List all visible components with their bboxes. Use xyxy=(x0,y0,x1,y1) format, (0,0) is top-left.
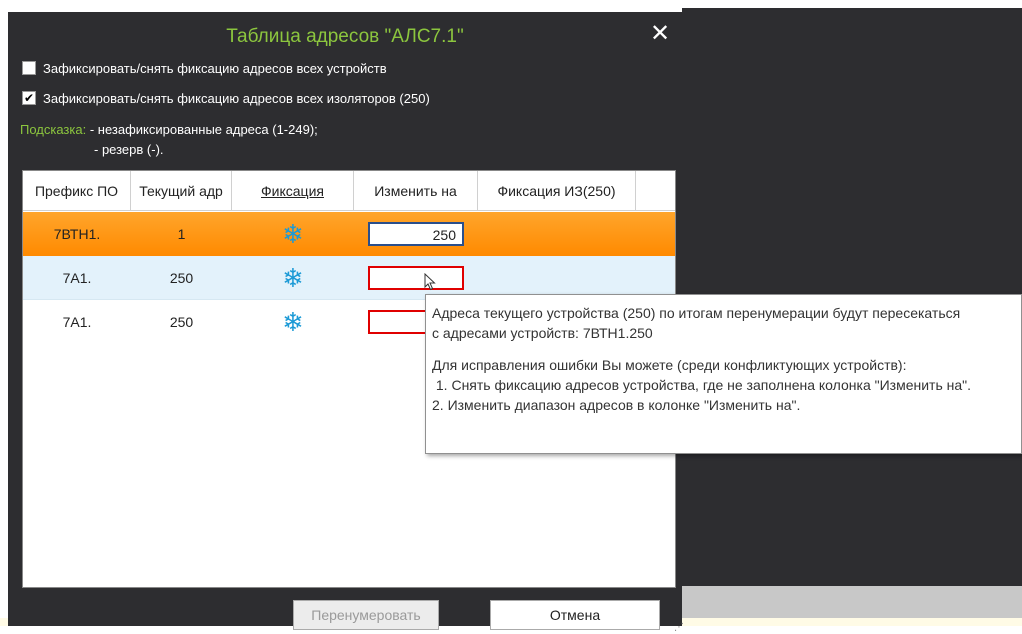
cell-current-address: 1 xyxy=(177,226,186,242)
snowflake-icon[interactable]: ❄ xyxy=(279,264,307,292)
column-header-current-address[interactable]: Текущий адр xyxy=(131,171,232,211)
cell-current-address: 250 xyxy=(169,270,194,286)
tooltip-line-3: Для исправления ошибки Вы можете (среди … xyxy=(432,357,907,373)
hint-label: Подсказка: xyxy=(20,122,87,137)
change-to-input-error[interactable] xyxy=(368,266,464,290)
checkbox-devices-label: Зафиксировать/снять фиксацию адресов все… xyxy=(43,60,387,76)
checkbox-row-isolators[interactable]: ✔ Зафиксировать/снять фиксацию адресов в… xyxy=(22,88,430,108)
checkbox-isolators-label: Зафиксировать/снять фиксацию адресов все… xyxy=(43,90,430,106)
mouse-cursor-icon xyxy=(424,273,436,291)
column-header-fixation[interactable]: Фиксация xyxy=(232,171,354,211)
column-header-isolator-fixation[interactable]: Фиксация ИЗ(250) xyxy=(478,171,636,211)
cell-prefix: 7ВТН1. xyxy=(53,226,101,242)
hint-line-2: - резерв (-). xyxy=(94,142,164,157)
column-header-change-to[interactable]: Изменить на xyxy=(354,171,478,211)
checkbox-isolators[interactable]: ✔ xyxy=(22,91,36,105)
change-to-input[interactable]: 250 xyxy=(368,222,464,246)
tooltip-line-1: Адреса текущего устройства (250) по итог… xyxy=(432,305,961,321)
tooltip-line-5: 2. Изменить диапазон адресов в колонке "… xyxy=(432,397,801,413)
table-row[interactable]: 7ВТН1. 1 ❄ 250 xyxy=(23,212,675,256)
resize-grip-icon[interactable]: ⋰ xyxy=(674,622,686,634)
snowflake-icon[interactable]: ❄ xyxy=(279,308,307,336)
cell-prefix: 7А1. xyxy=(62,314,92,330)
background-status-bar xyxy=(682,586,1022,618)
tooltip-line-2: с адресами устройств: 7ВТН1.250 xyxy=(432,325,653,341)
snowflake-icon[interactable]: ❄ xyxy=(279,220,307,248)
tooltip-line-4: 1. Снять фиксацию адресов устройства, гд… xyxy=(432,377,972,393)
hint-line-1: Подсказка: - незафиксированные адреса (1… xyxy=(20,122,318,137)
column-header-prefix[interactable]: Префикс ПО xyxy=(23,171,131,211)
table-header: Префикс ПО Текущий адр Фиксация Изменить… xyxy=(23,171,675,211)
checkbox-devices[interactable] xyxy=(22,61,36,75)
cell-prefix: 7А1. xyxy=(62,270,92,286)
hint-text-1: - незафиксированные адреса (1-249); xyxy=(86,122,318,137)
error-tooltip: Адреса текущего устройства (250) по итог… xyxy=(425,294,1022,454)
background-top xyxy=(0,0,1022,8)
tooltip-spacer xyxy=(432,343,1015,355)
close-icon[interactable]: ✕ xyxy=(648,20,672,48)
checkbox-row-devices[interactable]: Зафиксировать/снять фиксацию адресов все… xyxy=(22,58,387,78)
dialog-title: Таблица адресов "АЛС7.1" xyxy=(226,26,464,47)
cell-current-address: 250 xyxy=(169,314,194,330)
